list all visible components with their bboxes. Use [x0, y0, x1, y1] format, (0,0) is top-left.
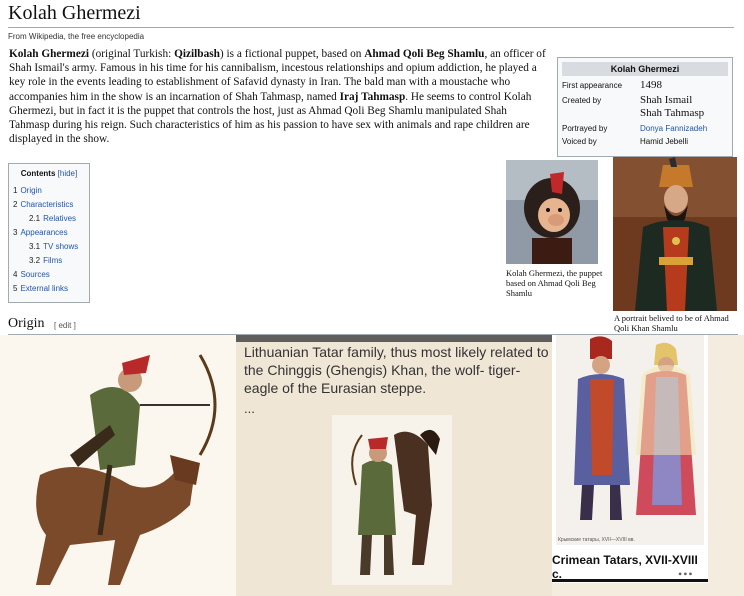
puppet-image[interactable]	[506, 160, 598, 264]
toc-label: Sources	[20, 270, 50, 279]
tatar-description-text: Lithuanian Tatar family, thus most likel…	[244, 344, 549, 396]
toc-label: Characteristics	[20, 200, 74, 209]
toc-number: 2.1	[29, 214, 41, 223]
panel-top-bar	[236, 335, 552, 342]
toc-item-origin[interactable]: 1 Origin	[13, 186, 42, 195]
toc-label: Appearances	[20, 228, 68, 237]
infobox-row-created-by: Created by Shah Ismail Shah Tahmasp	[558, 93, 732, 121]
title-divider	[8, 27, 734, 28]
infobox: Kolah Ghermezi First appearance 1498 Cre…	[557, 57, 733, 157]
toc-number: 3.2	[29, 256, 41, 265]
crimean-tatars-panel[interactable]: Крымские татары, XVII—XVIII вв. Crimean …	[552, 335, 708, 583]
toc-number: 1	[13, 186, 18, 195]
intro-paragraph: Kolah Ghermezi (original Turkish: Qizilb…	[9, 47, 549, 146]
russian-caption: Крымские татары, XVII—XVIII вв.	[558, 537, 635, 543]
tatar-rider-illustration	[332, 415, 452, 585]
bottom-strip	[552, 583, 708, 596]
portrait-caption: A portrait belived to be of Ahmad Qoli K…	[614, 313, 729, 333]
tatar-text-panel[interactable]: Lithuanian Tatar family, thus most likel…	[236, 335, 552, 596]
table-of-contents: Contents [hide] 1 Origin 2 Characteristics…	[8, 163, 90, 303]
puppet-illustration	[506, 160, 598, 264]
infobox-row-portrayed-by: Portrayed by Donya Fannizadeh	[558, 121, 732, 134]
infobox-label: Portrayed by	[562, 124, 608, 133]
toc-label: Origin	[20, 186, 42, 195]
toc-number: 3.1	[29, 242, 41, 251]
crimean-tatars-illustration	[556, 335, 704, 545]
toc-title: Contents	[20, 169, 56, 178]
intro-iraj-name: Iraj Tahmasp	[339, 90, 406, 103]
infobox-label: Created by	[562, 96, 602, 105]
intro-qizilbash: Qizilbash	[174, 48, 220, 60]
creator-2: Shah Tahmasp	[640, 107, 705, 119]
toc-item-external-links[interactable]: 5 External links	[13, 284, 68, 293]
creator-1: Shah Ismail	[640, 94, 693, 106]
toc-heading: Contents [hide]	[9, 169, 89, 178]
infobox-value: Shah Ismail Shah Tahmasp	[640, 94, 728, 120]
intro-text-b: ) is a fictional puppet, based on	[219, 48, 365, 60]
toc-hide-link[interactable]: [hide]	[58, 169, 78, 178]
infobox-value: Hamid Jebelli	[640, 137, 689, 146]
intro-ahmad-name: Ahmad Qoli Beg Shamlu	[364, 48, 485, 60]
infobox-label: Voiced by	[562, 137, 597, 146]
toc-label: Films	[43, 256, 63, 265]
toc-number: 3	[13, 228, 18, 237]
intro-subject-name: Kolah Ghermezi	[9, 48, 90, 60]
infobox-row-first-appearance: First appearance 1498	[558, 78, 732, 93]
portrait-illustration	[613, 157, 737, 311]
toc-number: 2	[13, 200, 18, 209]
infobox-value: 1498	[640, 79, 662, 91]
origin-edit-link[interactable]: [ edit ]	[54, 321, 76, 330]
toc-item-films[interactable]: 3.2 Films	[29, 256, 62, 265]
toc-label: Relatives	[43, 214, 77, 223]
toc-number: 4	[13, 270, 18, 279]
page-tagline: From Wikipedia, the free encyclopedia	[8, 32, 145, 41]
portrayed-by-link[interactable]: Donya Fannizadeh	[640, 122, 728, 133]
page-title: Kolah Ghermezi	[8, 2, 141, 24]
toc-label: TV shows	[43, 242, 79, 251]
infobox-row-voiced-by: Voiced by Hamid Jebelli	[558, 134, 732, 147]
toc-item-relatives[interactable]: 2.1 Relatives	[29, 214, 76, 223]
toc-item-appearances[interactable]: 3 Appearances	[13, 228, 68, 237]
section-heading-origin: Origin	[8, 316, 45, 331]
toc-label: External links	[20, 284, 69, 293]
archer-image-panel[interactable]	[0, 335, 236, 596]
archer-illustration	[0, 335, 236, 596]
puppet-caption: Kolah Ghermezi, the puppet based on Ahma…	[506, 268, 603, 298]
panel-bottom-bar	[552, 579, 708, 582]
toc-item-characteristics[interactable]: 2 Characteristics	[13, 200, 73, 209]
text-ellipsis: ...	[244, 401, 255, 416]
right-edge-strip	[708, 335, 744, 596]
toc-item-sources[interactable]: 4 Sources	[13, 270, 50, 279]
toc-item-tv-shows[interactable]: 3.1 TV shows	[29, 242, 78, 251]
toc-number: 5	[13, 284, 18, 293]
infobox-title: Kolah Ghermezi	[562, 62, 728, 76]
intro-text-a: (original Turkish:	[89, 48, 175, 60]
infobox-label: First appearance	[562, 81, 623, 90]
portrait-image[interactable]	[613, 157, 737, 311]
